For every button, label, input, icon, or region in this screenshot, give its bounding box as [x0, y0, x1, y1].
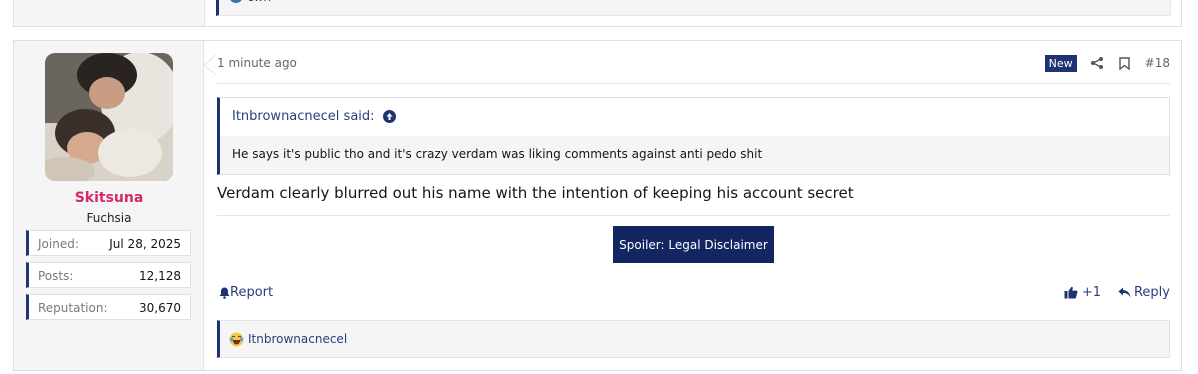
- stat-reputation: Reputation: 30,670: [26, 294, 191, 320]
- username[interactable]: Skitsuna: [14, 190, 204, 206]
- stat-label: Posts:: [38, 269, 74, 283]
- post-number[interactable]: #18: [1145, 56, 1170, 70]
- reactions-bar: Itnbrownacnecel: [217, 320, 1170, 358]
- laughing-emoji-icon: [229, 332, 244, 346]
- user-column: Skitsuna Fuchsia Joined: Jul 28, 2025 Po…: [14, 41, 204, 370]
- stat-label: Joined:: [38, 237, 79, 251]
- avatar[interactable]: [45, 53, 173, 181]
- stat-value: 30,670: [139, 301, 181, 315]
- report-label[interactable]: Report: [230, 285, 273, 300]
- previous-post: cwn: [13, 0, 1182, 27]
- stat-value: 12,128: [139, 269, 181, 283]
- user-title: Fuchsia: [86, 211, 132, 225]
- reply-button[interactable]: Reply: [1118, 285, 1170, 300]
- post-text: Verdam clearly blurred out his name with…: [217, 184, 854, 202]
- bell-icon: [219, 287, 230, 299]
- share-icon[interactable]: [1089, 55, 1105, 71]
- stat-label: Reputation:: [38, 301, 108, 315]
- post-main: 1 minute ago New #18 Itnbrownacnecel sai…: [217, 41, 1170, 370]
- report-link[interactable]: Report: [219, 285, 273, 300]
- content-divider: [217, 215, 1170, 216]
- like-count[interactable]: +1: [1082, 285, 1101, 300]
- stat-joined: Joined: Jul 28, 2025: [26, 230, 191, 256]
- bookmark-icon[interactable]: [1117, 55, 1133, 71]
- new-badge: New: [1044, 54, 1077, 72]
- thumbs-up-icon: [1064, 286, 1078, 299]
- reaction-user-link[interactable]: cwn: [247, 0, 271, 4]
- reaction-emoji-icon: [229, 0, 243, 3]
- previous-post-reactions: cwn: [216, 0, 1171, 16]
- reply-label[interactable]: Reply: [1134, 285, 1170, 300]
- post-actions: +1 Reply: [1064, 285, 1170, 300]
- stat-value: Jul 28, 2025: [109, 237, 181, 251]
- stat-posts: Posts: 12,128: [26, 262, 191, 288]
- post-arrow: [204, 55, 216, 75]
- reply-icon: [1118, 287, 1131, 298]
- post-header-actions: New #18: [1044, 53, 1170, 73]
- quote-block: Itnbrownacnecel said: He says it's publi…: [217, 97, 1170, 175]
- quote-author[interactable]: Itnbrownacnecel said:: [232, 109, 375, 124]
- like-button[interactable]: +1: [1064, 285, 1101, 300]
- header-divider: [217, 83, 1170, 84]
- previous-post-user-column: [14, 0, 205, 26]
- reaction-user-link[interactable]: Itnbrownacnecel: [248, 332, 347, 346]
- arrow-up-circle-icon[interactable]: [382, 110, 396, 123]
- quote-header[interactable]: Itnbrownacnecel said:: [232, 109, 396, 124]
- forum-post: Skitsuna Fuchsia Joined: Jul 28, 2025 Po…: [13, 40, 1182, 371]
- spoiler-button[interactable]: Spoiler: Legal Disclaimer: [613, 226, 774, 263]
- quote-body: He says it's public tho and it's crazy v…: [220, 136, 1169, 174]
- post-time[interactable]: 1 minute ago: [217, 56, 297, 70]
